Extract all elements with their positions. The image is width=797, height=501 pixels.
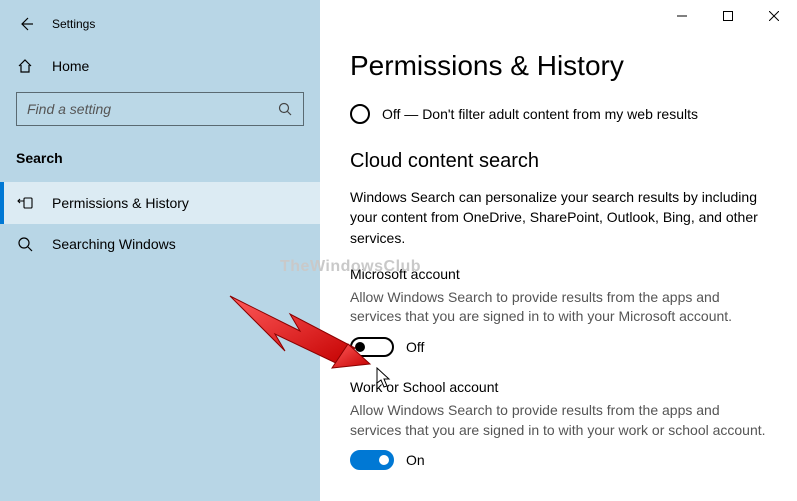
permissions-icon <box>16 194 34 212</box>
sidebar-section-label: Search <box>0 142 320 182</box>
find-setting-search[interactable] <box>16 92 304 126</box>
cloud-section-description: Windows Search can personalize your sear… <box>350 187 767 248</box>
work-account-toggle-row: On <box>350 450 767 470</box>
search-input[interactable] <box>27 101 277 117</box>
minimize-icon <box>677 11 687 21</box>
sidebar-item-label: Permissions & History <box>52 195 189 211</box>
search-icon <box>277 101 293 117</box>
back-button[interactable] <box>8 8 44 40</box>
ms-account-toggle-state: Off <box>406 339 424 355</box>
work-account-description: Allow Windows Search to provide results … <box>350 401 767 440</box>
maximize-button[interactable] <box>705 0 751 32</box>
sidebar-item-label: Searching Windows <box>52 236 176 252</box>
close-button[interactable] <box>751 0 797 32</box>
nav-home[interactable]: Home <box>0 48 320 84</box>
titlebar-left: Settings <box>0 8 320 48</box>
close-icon <box>769 11 779 21</box>
sidebar-item-searching-windows[interactable]: Searching Windows <box>0 224 320 264</box>
maximize-icon <box>723 11 733 21</box>
work-account-toggle-state: On <box>406 452 425 468</box>
ms-account-description: Allow Windows Search to provide results … <box>350 288 767 327</box>
nav-home-label: Home <box>52 58 89 74</box>
ms-account-label: Microsoft account <box>350 266 767 282</box>
sidebar: Settings Home Search Permissions & Histo… <box>0 0 320 501</box>
ms-account-toggle-row: Off <box>350 337 767 357</box>
work-account-toggle[interactable] <box>350 450 394 470</box>
content-area: Permissions & History Off — Don't filter… <box>320 0 797 501</box>
window-controls <box>659 0 797 32</box>
cloud-section-title: Cloud content search <box>350 150 767 173</box>
ms-account-toggle[interactable] <box>350 337 394 357</box>
app-title: Settings <box>52 17 95 31</box>
sidebar-item-permissions-history[interactable]: Permissions & History <box>0 182 320 224</box>
work-account-label: Work or School account <box>350 379 767 395</box>
search-windows-icon <box>16 236 34 252</box>
settings-window: Settings Home Search Permissions & Histo… <box>0 0 797 501</box>
radio-circle-icon <box>350 104 370 124</box>
main-area: Permissions & History Off — Don't filter… <box>320 0 797 470</box>
minimize-button[interactable] <box>659 0 705 32</box>
arrow-left-icon <box>18 16 34 32</box>
home-icon <box>16 58 34 74</box>
page-title: Permissions & History <box>350 50 767 82</box>
radio-off-label: Off — Don't filter adult content from my… <box>382 106 698 122</box>
safesearch-off-radio[interactable]: Off — Don't filter adult content from my… <box>350 104 767 124</box>
